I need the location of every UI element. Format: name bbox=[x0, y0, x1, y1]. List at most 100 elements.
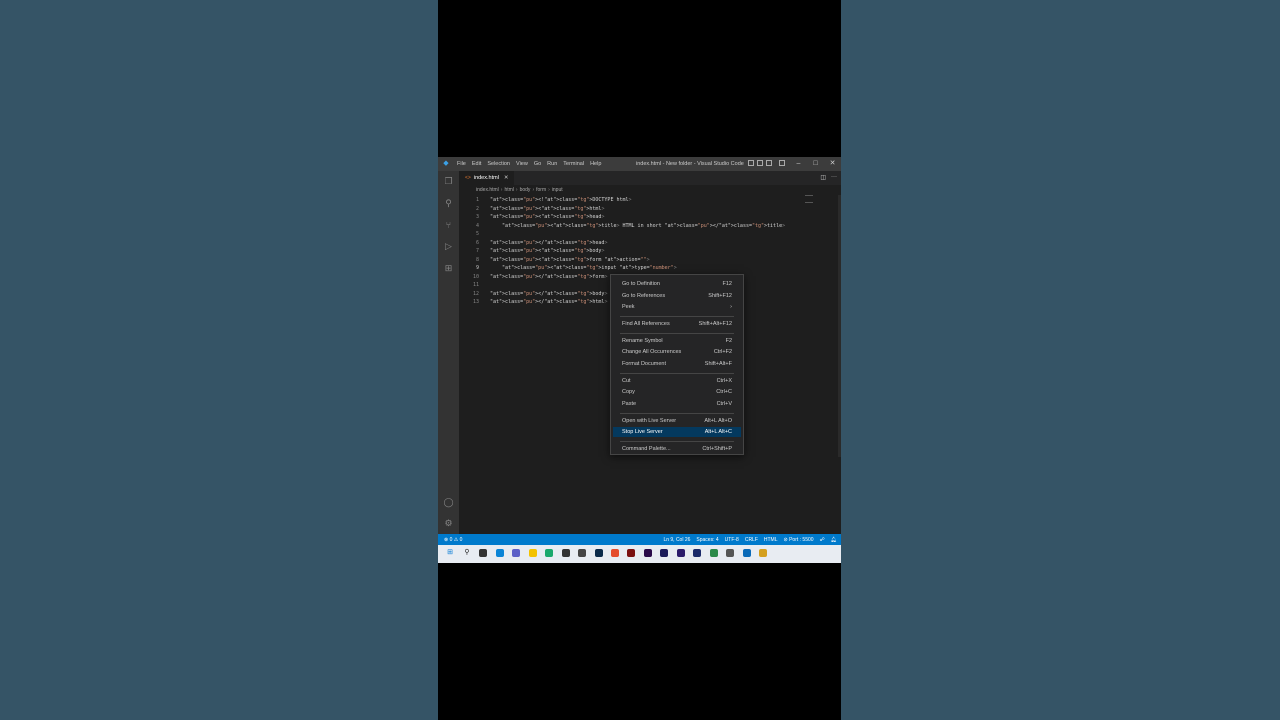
breadcrumb-item[interactable]: form bbox=[536, 187, 546, 193]
breadcrumb-item[interactable]: input bbox=[552, 187, 563, 193]
line-number: 13 bbox=[472, 299, 479, 305]
store-icon[interactable] bbox=[562, 549, 570, 557]
task-view-icon[interactable] bbox=[479, 549, 487, 557]
menu-item-label: Paste bbox=[622, 401, 637, 407]
code-text: "at">class="pu"><"at">class="tg">title> … bbox=[502, 222, 786, 229]
tab-close-icon[interactable]: ✕ bbox=[504, 175, 509, 181]
language-mode[interactable]: HTML bbox=[764, 537, 778, 543]
menu-item-format-document[interactable]: Format Document Shift+Alt+F bbox=[613, 359, 741, 369]
title-bar: ◆ File Edit Selection View Go Run Termin… bbox=[438, 157, 841, 171]
menu-item-go-to-definition[interactable]: Go to Definition F12 bbox=[613, 279, 741, 289]
acrobat-icon[interactable] bbox=[627, 549, 635, 557]
start-icon[interactable]: ⊞ bbox=[446, 549, 454, 557]
menu-item-find-all-references[interactable]: Find All References Shift+Alt+F12 bbox=[613, 319, 741, 329]
search-icon[interactable]: ⚲ bbox=[463, 549, 471, 557]
code-text: "at">class="pu"><"at">class="tg">head> bbox=[490, 214, 605, 220]
extensions-icon[interactable]: ⊞ bbox=[443, 263, 454, 274]
menu-separator bbox=[620, 315, 734, 317]
line-number: 3 bbox=[475, 214, 479, 220]
chrome-icon[interactable] bbox=[611, 549, 619, 557]
menu-help[interactable]: Help bbox=[587, 161, 604, 167]
file-explorer-icon[interactable] bbox=[529, 549, 537, 557]
toggle-secondary-sidebar-icon[interactable] bbox=[766, 160, 772, 166]
tab-label: index.html bbox=[473, 175, 499, 181]
chrome-dev-icon[interactable] bbox=[710, 549, 718, 557]
menu-item-copy[interactable]: Copy Ctrl+C bbox=[613, 387, 741, 397]
menu-item-label: Go to References bbox=[622, 292, 666, 299]
indentation[interactable]: Spaces: 4 bbox=[696, 537, 718, 543]
menu-item-label: Copy bbox=[622, 389, 635, 396]
menu-edit[interactable]: Edit bbox=[469, 161, 484, 167]
menu-terminal[interactable]: Terminal bbox=[560, 161, 587, 167]
menu-item-stop-live-server[interactable]: Stop Live Server Alt+L Alt+C bbox=[613, 427, 741, 438]
editor-scrollbar[interactable] bbox=[838, 195, 841, 457]
menu-go[interactable]: Go bbox=[531, 161, 544, 167]
account-icon[interactable]: ◯ bbox=[443, 497, 454, 508]
toggle-panel-icon[interactable] bbox=[757, 160, 763, 166]
menu-separator bbox=[620, 332, 734, 334]
chat-icon[interactable] bbox=[512, 549, 520, 557]
split-editor-icon[interactable]: ◫ bbox=[820, 174, 826, 181]
premiere-icon[interactable] bbox=[644, 549, 652, 557]
menu-item-peek[interactable]: Peek › bbox=[613, 302, 741, 312]
after-effects-icon[interactable] bbox=[660, 549, 668, 557]
breadcrumb-item[interactable]: body bbox=[520, 187, 531, 193]
toggle-sidebar-icon[interactable] bbox=[748, 160, 754, 166]
illustrator-icon[interactable] bbox=[693, 549, 701, 557]
more-actions-icon[interactable]: ··· bbox=[831, 174, 837, 181]
video-frame: ◆ File Edit Selection View Go Run Termin… bbox=[438, 0, 841, 720]
chrome-canary-icon[interactable] bbox=[759, 549, 767, 557]
app-icon[interactable] bbox=[578, 549, 586, 557]
menu-selection[interactable]: Selection bbox=[484, 161, 513, 167]
accounts-icon[interactable]: ☍ bbox=[820, 537, 825, 543]
live-server-port[interactable]: ⊘ Port : 5500 bbox=[784, 537, 814, 543]
menu-item-go-to-references[interactable]: Go to References Shift+F12 bbox=[613, 291, 741, 301]
vscode-taskbar-icon[interactable] bbox=[743, 549, 751, 557]
tab-index-html[interactable]: <> index.html ✕ bbox=[459, 171, 514, 185]
breadcrumb: index.html › html › body › form › input bbox=[476, 187, 563, 193]
code-text: "at">class="pu"><"at">class="tg">html> bbox=[490, 205, 605, 212]
line-number: 8 bbox=[475, 256, 479, 263]
breadcrumb-item[interactable]: html bbox=[504, 187, 513, 193]
menu-item-paste[interactable]: Paste Ctrl+V bbox=[613, 399, 741, 409]
gear-icon[interactable]: ⚙ bbox=[443, 518, 454, 529]
notes-icon[interactable] bbox=[726, 549, 734, 557]
customize-layout-icon[interactable] bbox=[779, 160, 785, 166]
bell-icon[interactable]: 🔔︎ bbox=[831, 537, 837, 543]
vscode-window: ◆ File Edit Selection View Go Run Termin… bbox=[438, 157, 841, 545]
search-icon[interactable]: ⚲ bbox=[443, 198, 454, 209]
menu-view[interactable]: View bbox=[513, 161, 531, 167]
menu-item-cut[interactable]: Cut Ctrl+X bbox=[613, 376, 741, 386]
line-number: 2 bbox=[475, 205, 479, 212]
menu-item-shortcut: Alt+L Alt+O bbox=[704, 417, 732, 424]
close-icon[interactable]: ✕ bbox=[824, 157, 841, 171]
explorer-icon[interactable]: ❐ bbox=[443, 176, 454, 187]
menu-item-label: Peek bbox=[622, 304, 635, 311]
end-of-line[interactable]: CRLF bbox=[745, 537, 758, 543]
run-debug-icon[interactable]: ▷ bbox=[443, 241, 454, 252]
encoding[interactable]: UTF-8 bbox=[725, 537, 739, 543]
maximize-icon[interactable]: □ bbox=[807, 157, 824, 171]
minimize-icon[interactable]: – bbox=[790, 157, 807, 171]
photoshop-icon[interactable] bbox=[595, 549, 603, 557]
menu-item-rename-symbol[interactable]: Rename Symbol F2 bbox=[613, 336, 741, 346]
widgets-icon[interactable] bbox=[496, 549, 504, 557]
menu-item-label: Change All Occurrences bbox=[622, 349, 682, 356]
menu-item-label: Command Palette... bbox=[622, 446, 671, 453]
source-control-icon[interactable]: ⑂ bbox=[443, 220, 454, 231]
media-encoder-icon[interactable] bbox=[677, 549, 685, 557]
menu-run[interactable]: Run bbox=[544, 161, 560, 167]
menu-item-command-palette[interactable]: Command Palette... Ctrl+Shift+P bbox=[613, 444, 741, 454]
cursor-position[interactable]: Ln 9, Col 26 bbox=[663, 537, 690, 543]
menu-item-change-all-occurrences[interactable]: Change All Occurrences Ctrl+F2 bbox=[613, 347, 741, 357]
breadcrumb-item[interactable]: index.html bbox=[476, 187, 499, 193]
menu-file[interactable]: File bbox=[454, 161, 469, 167]
context-menu: Go to Definition F12 Go to References Shift… bbox=[610, 274, 744, 455]
menu-item-open-with-live-server[interactable]: Open with Live Server Alt+L Alt+O bbox=[613, 416, 741, 426]
minimap[interactable] bbox=[805, 195, 813, 203]
problems-indicator[interactable]: ⊗ 0 ⚠ 0 bbox=[444, 537, 462, 543]
code-text: "at">class="pu"><"at">class="tg">body> bbox=[490, 248, 605, 254]
menu-item-shortcut: › bbox=[730, 304, 732, 311]
edge-icon[interactable] bbox=[545, 549, 553, 557]
line-number: 1 bbox=[475, 197, 479, 203]
